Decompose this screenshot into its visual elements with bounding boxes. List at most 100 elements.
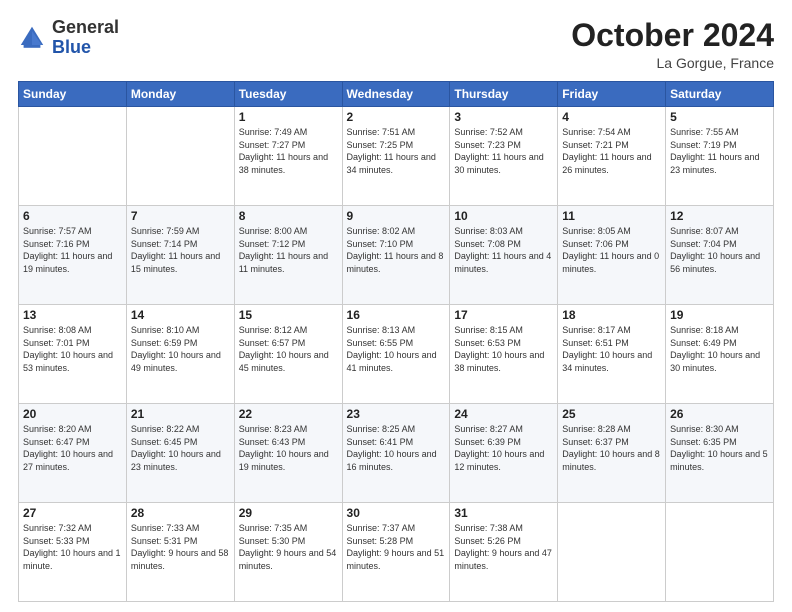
day-info: Sunrise: 8:08 AM Sunset: 7:01 PM Dayligh… — [23, 324, 122, 374]
day-info: Sunrise: 8:13 AM Sunset: 6:55 PM Dayligh… — [347, 324, 446, 374]
table-row: 8Sunrise: 8:00 AM Sunset: 7:12 PM Daylig… — [234, 206, 342, 305]
day-number: 6 — [23, 209, 122, 223]
table-row — [558, 503, 666, 602]
table-row: 13 Sunrise: 8:08 AM Sunset: 7:01 PM Dayli… — [19, 305, 127, 404]
table-row: 1Sunrise: 7:49 AM Sunset: 7:27 PM Daylig… — [234, 107, 342, 206]
table-row: 7Sunrise: 7:59 AM Sunset: 7:14 PM Daylig… — [126, 206, 234, 305]
day-number: 15 — [239, 308, 338, 322]
calendar-week-row: 20 Sunrise: 8:20 AM Sunset: 6:47 PM Dayli… — [19, 404, 774, 503]
table-row: 14 Sunrise: 8:10 AM Sunset: 6:59 PM Dayli… — [126, 305, 234, 404]
day-info: Sunrise: 7:35 AM Sunset: 5:30 PM Dayligh… — [239, 522, 338, 572]
day-number: 5 — [670, 110, 769, 124]
col-monday: Monday — [126, 82, 234, 107]
col-tuesday: Tuesday — [234, 82, 342, 107]
day-number: 19 — [670, 308, 769, 322]
day-info: Sunrise: 8:05 AM Sunset: 7:06 PM Dayligh… — [562, 225, 661, 275]
calendar-table: Sunday Monday Tuesday Wednesday Thursday… — [18, 81, 774, 602]
logo-icon — [18, 24, 46, 52]
day-info: Sunrise: 7:33 AM Sunset: 5:31 PM Dayligh… — [131, 522, 230, 572]
day-number: 13 — [23, 308, 122, 322]
table-row: 25Sunrise: 8:28 AM Sunset: 6:37 PM Dayli… — [558, 404, 666, 503]
day-info: Sunrise: 8:10 AM Sunset: 6:59 PM Dayligh… — [131, 324, 230, 374]
day-info: Sunrise: 8:18 AM Sunset: 6:49 PM Dayligh… — [670, 324, 769, 374]
col-wednesday: Wednesday — [342, 82, 450, 107]
day-number: 27 — [23, 506, 122, 520]
day-number: 16 — [347, 308, 446, 322]
day-info: Sunrise: 8:23 AM Sunset: 6:43 PM Dayligh… — [239, 423, 338, 473]
day-info: Sunrise: 7:51 AM Sunset: 7:25 PM Dayligh… — [347, 126, 446, 176]
day-info: Sunrise: 7:32 AM Sunset: 5:33 PM Dayligh… — [23, 522, 122, 572]
table-row: 4 Sunrise: 7:54 AM Sunset: 7:21 PM Daylig… — [558, 107, 666, 206]
table-row: 2 Sunrise: 7:51 AM Sunset: 7:25 PM Daylig… — [342, 107, 450, 206]
table-row: 22 Sunrise: 8:23 AM Sunset: 6:43 PM Dayli… — [234, 404, 342, 503]
month-title: October 2024 — [571, 18, 774, 53]
day-info: Sunrise: 8:15 AM Sunset: 6:53 PM Dayligh… — [454, 324, 553, 374]
day-info: Sunrise: 8:27 AM Sunset: 6:39 PM Dayligh… — [454, 423, 553, 473]
day-number: 28 — [131, 506, 230, 520]
table-row: 31 Sunrise: 7:38 AM Sunset: 5:26 PM Dayli… — [450, 503, 558, 602]
table-row: 10 Sunrise: 8:03 AM Sunset: 7:08 PM Dayli… — [450, 206, 558, 305]
day-number: 29 — [239, 506, 338, 520]
page: General Blue October 2024 La Gorgue, Fra… — [0, 0, 792, 612]
col-sunday: Sunday — [19, 82, 127, 107]
day-number: 3 — [454, 110, 553, 124]
table-row: 24 Sunrise: 8:27 AM Sunset: 6:39 PM Dayli… — [450, 404, 558, 503]
table-row: 12 Sunrise: 8:07 AM Sunset: 7:04 PM Dayli… — [666, 206, 774, 305]
day-info: Sunrise: 8:17 AM Sunset: 6:51 PM Dayligh… — [562, 324, 661, 374]
day-number: 24 — [454, 407, 553, 421]
table-row: 11 Sunrise: 8:05 AM Sunset: 7:06 PM Dayli… — [558, 206, 666, 305]
day-info: Sunrise: 8:25 AM Sunset: 6:41 PM Dayligh… — [347, 423, 446, 473]
table-row: 28 Sunrise: 7:33 AM Sunset: 5:31 PM Dayli… — [126, 503, 234, 602]
table-row: 29 Sunrise: 7:35 AM Sunset: 5:30 PM Dayli… — [234, 503, 342, 602]
day-info: Sunrise: 8:07 AM Sunset: 7:04 PM Dayligh… — [670, 225, 769, 275]
table-row: 23 Sunrise: 8:25 AM Sunset: 6:41 PM Dayli… — [342, 404, 450, 503]
day-number: 11 — [562, 209, 661, 223]
table-row — [126, 107, 234, 206]
day-info: Sunrise: 7:54 AM Sunset: 7:21 PM Dayligh… — [562, 126, 661, 176]
col-thursday: Thursday — [450, 82, 558, 107]
day-info: Sunrise: 7:57 AM Sunset: 7:16 PM Dayligh… — [23, 225, 122, 275]
day-number: 22 — [239, 407, 338, 421]
calendar-week-row: 27 Sunrise: 7:32 AM Sunset: 5:33 PM Dayli… — [19, 503, 774, 602]
calendar-week-row: 13 Sunrise: 8:08 AM Sunset: 7:01 PM Dayli… — [19, 305, 774, 404]
day-number: 14 — [131, 308, 230, 322]
table-row: 6 Sunrise: 7:57 AM Sunset: 7:16 PM Daylig… — [19, 206, 127, 305]
day-info: Sunrise: 8:30 AM Sunset: 6:35 PM Dayligh… — [670, 423, 769, 473]
table-row: 9 Sunrise: 8:02 AM Sunset: 7:10 PM Daylig… — [342, 206, 450, 305]
day-number: 20 — [23, 407, 122, 421]
calendar-week-row: 6 Sunrise: 7:57 AM Sunset: 7:16 PM Daylig… — [19, 206, 774, 305]
table-row: 16 Sunrise: 8:13 AM Sunset: 6:55 PM Dayli… — [342, 305, 450, 404]
day-info: Sunrise: 7:37 AM Sunset: 5:28 PM Dayligh… — [347, 522, 446, 572]
table-row: 21Sunrise: 8:22 AM Sunset: 6:45 PM Dayli… — [126, 404, 234, 503]
day-info: Sunrise: 8:12 AM Sunset: 6:57 PM Dayligh… — [239, 324, 338, 374]
day-number: 1 — [239, 110, 338, 124]
table-row — [666, 503, 774, 602]
calendar-week-row: 1Sunrise: 7:49 AM Sunset: 7:27 PM Daylig… — [19, 107, 774, 206]
day-info: Sunrise: 7:59 AM Sunset: 7:14 PM Dayligh… — [131, 225, 230, 275]
day-number: 31 — [454, 506, 553, 520]
table-row: 15 Sunrise: 8:12 AM Sunset: 6:57 PM Dayli… — [234, 305, 342, 404]
title-block: October 2024 La Gorgue, France — [571, 18, 774, 71]
day-number: 23 — [347, 407, 446, 421]
logo-general: General — [52, 17, 119, 37]
day-number: 25 — [562, 407, 661, 421]
day-number: 10 — [454, 209, 553, 223]
header: General Blue October 2024 La Gorgue, Fra… — [18, 18, 774, 71]
col-saturday: Saturday — [666, 82, 774, 107]
day-info: Sunrise: 8:20 AM Sunset: 6:47 PM Dayligh… — [23, 423, 122, 473]
day-number: 2 — [347, 110, 446, 124]
day-info: Sunrise: 7:38 AM Sunset: 5:26 PM Dayligh… — [454, 522, 553, 572]
table-row: 19 Sunrise: 8:18 AM Sunset: 6:49 PM Dayli… — [666, 305, 774, 404]
table-row: 5Sunrise: 7:55 AM Sunset: 7:19 PM Daylig… — [666, 107, 774, 206]
day-info: Sunrise: 8:02 AM Sunset: 7:10 PM Dayligh… — [347, 225, 446, 275]
day-number: 4 — [562, 110, 661, 124]
calendar-header-row: Sunday Monday Tuesday Wednesday Thursday… — [19, 82, 774, 107]
day-info: Sunrise: 8:03 AM Sunset: 7:08 PM Dayligh… — [454, 225, 553, 275]
day-info: Sunrise: 8:22 AM Sunset: 6:45 PM Dayligh… — [131, 423, 230, 473]
logo-blue: Blue — [52, 37, 91, 57]
day-number: 9 — [347, 209, 446, 223]
table-row: 20 Sunrise: 8:20 AM Sunset: 6:47 PM Dayli… — [19, 404, 127, 503]
day-number: 12 — [670, 209, 769, 223]
table-row: 30Sunrise: 7:37 AM Sunset: 5:28 PM Dayli… — [342, 503, 450, 602]
location: La Gorgue, France — [571, 55, 774, 71]
